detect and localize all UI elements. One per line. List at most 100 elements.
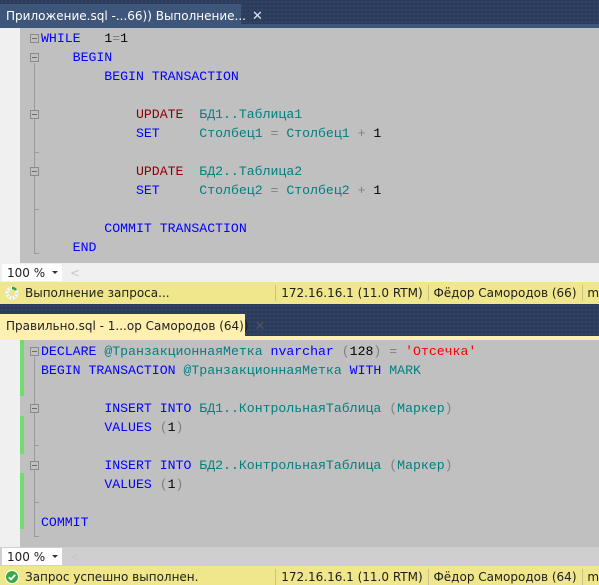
code-token: БД2..Таблица2 [199,164,303,179]
code-token: INSERT INTO [104,401,192,416]
code-token: ) [175,477,184,492]
code-line[interactable]: SET Столбец2 = Столбец2 + 1 [41,181,381,200]
fold-guide-end [34,536,39,537]
code-token: Маркер [397,458,445,473]
user-info: Фёдор Самородов (66) [433,286,577,300]
zoom-level-value: 100 % [7,549,46,564]
zoom-level-select[interactable]: 100 % [2,264,62,281]
code-line[interactable]: WHILE 1=1 [41,29,381,48]
zoom-level-value: 100 % [7,265,46,280]
code-line[interactable] [41,200,381,219]
code-line[interactable]: END [41,238,381,257]
code-token: 1 [120,31,129,46]
user-info: Фёдор Самородов (64) [433,570,577,584]
code-text[interactable]: DECLARE @ТранзакционнаяМетка nvarchar (1… [41,342,476,532]
code-line[interactable] [41,494,476,513]
code-token: ( [333,344,350,359]
change-marker [20,492,24,529]
change-marker [20,340,24,396]
code-line[interactable]: INSERT INTO БД1..КонтрольнаяТаблица (Мар… [41,399,476,418]
code-token: БД1..КонтрольнаяТаблица [199,401,382,416]
code-line[interactable] [41,380,476,399]
code-token: VALUES [104,420,152,435]
separator [275,285,277,301]
code-token: = [262,126,287,141]
code-line[interactable]: VALUES (1) [41,475,476,494]
code-line[interactable]: VALUES (1) [41,418,476,437]
code-line[interactable]: UPDATE БД2..Таблица2 [41,162,381,181]
code-token: WHILE [41,31,81,46]
collapse-icon[interactable] [30,110,39,119]
code-text[interactable]: WHILE 1=1 BEGIN BEGIN TRANSACTION UPDATE… [41,29,381,257]
code-token: Столбец2 [286,183,350,198]
code-token: 1 [167,477,176,492]
code-token: COMMIT TRANSACTION [41,221,247,236]
database-info: m [587,570,599,584]
code-token: + [349,126,374,141]
code-token: ) [444,401,453,416]
fold-guide-end [34,502,39,503]
code-token: INSERT INTO [104,458,192,473]
fold-guide-end [34,152,39,153]
code-line[interactable]: BEGIN [41,48,381,67]
success-check-icon [5,570,19,584]
code-token: + [349,183,374,198]
code-line[interactable]: DECLARE @ТранзакционнаяМетка nvarchar (1… [41,342,476,361]
change-marker [20,416,24,454]
close-icon[interactable]: ✕ [249,319,266,334]
sql-editor[interactable]: DECLARE @ТранзакционнаяМетка nvarchar (1… [0,340,599,547]
collapse-icon[interactable] [30,53,39,62]
code-token: БД1..Таблица1 [199,107,303,122]
editor-gutter [0,340,20,547]
zoom-bar: 100 % < [0,263,599,282]
fold-guide-end [34,445,39,446]
code-line[interactable] [41,437,476,456]
code-token: BEGIN TRANSACTION [41,363,176,378]
code-line[interactable]: SET Столбец1 = Столбец1 + 1 [41,124,381,143]
document-tab-strip: Приложение.sql -...66)) Выполнение... ✕ [0,0,599,28]
collapse-icon[interactable] [30,34,39,43]
scroll-left-icon[interactable]: < [70,550,80,564]
code-token: nvarchar [270,344,334,359]
collapse-icon[interactable] [30,167,39,176]
query-status-bar: Выполнение запроса... 172.16.16.1 (11.0 … [0,282,599,304]
collapse-icon[interactable] [30,404,39,413]
code-line[interactable] [41,143,381,162]
code-line[interactable] [41,86,381,105]
code-line[interactable]: COMMIT TRANSACTION [41,219,381,238]
code-line[interactable]: INSERT INTO БД2..КонтрольнаяТаблица (Мар… [41,456,476,475]
code-token: ) [175,420,184,435]
code-line[interactable]: UPDATE БД1..Таблица1 [41,105,381,124]
separator [581,569,583,585]
close-icon[interactable]: ✕ [246,9,263,24]
code-line[interactable]: BEGIN TRANSACTION [41,67,381,86]
code-token: ( [381,401,398,416]
query-status-bar: Запрос успешно выполнен. 172.16.16.1 (11… [0,566,599,585]
collapse-icon[interactable] [30,347,39,356]
collapse-icon[interactable] [30,461,39,470]
code-line[interactable]: COMMIT [41,513,476,532]
sql-editor[interactable]: WHILE 1=1 BEGIN BEGIN TRANSACTION UPDATE… [0,28,599,263]
document-tab-pravilno[interactable]: Правильно.sql - 1...ор Самородов (64)) ✕ [0,314,265,338]
code-token: ( [151,477,168,492]
code-token: WITH [349,363,382,378]
code-token: ( [151,420,168,435]
scroll-left-icon[interactable]: < [70,266,80,280]
code-token: ( [381,458,398,473]
code-token: Столбец1 [286,126,350,141]
code-line[interactable]: BEGIN TRANSACTION @ТранзакционнаяМетка W… [41,361,476,380]
code-token: 1 [373,183,382,198]
query-window-pravilno: Правильно.sql - 1...ор Самородов (64)) ✕… [0,312,599,585]
zoom-level-select[interactable]: 100 % [2,548,62,565]
